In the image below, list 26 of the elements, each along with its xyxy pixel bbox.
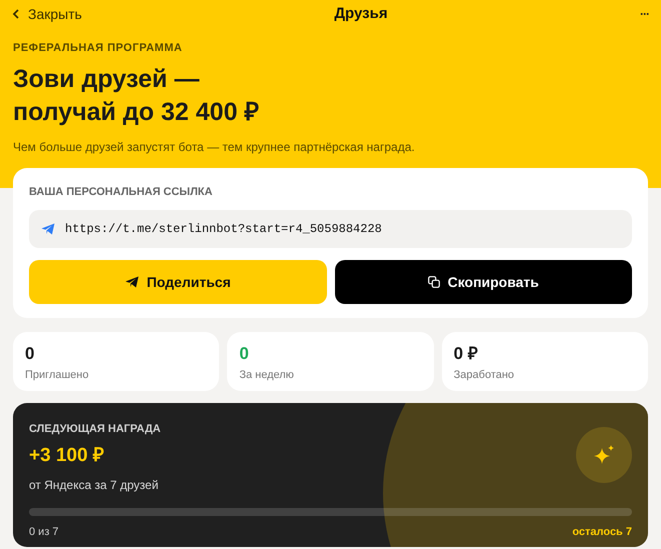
stat-value: 0 ₽ (454, 344, 479, 364)
reward-eyebrow: СЛЕДУЮЩАЯ НАГРАДА (29, 422, 161, 437)
stat-label: Заработано (454, 368, 516, 383)
progress-remaining: осталось 7 (572, 525, 632, 540)
hero-subtitle: Чем больше друзей запустят бота — тем крупнее партнёрская награда. (13, 138, 416, 156)
back-icon (12, 9, 20, 19)
copy-icon (428, 276, 440, 288)
reward-note: от Яндекса за 7 друзей (29, 477, 158, 494)
stat-value: 0 (25, 344, 36, 364)
hero-title: Зови друзей — получай до 32 400 ₽ (13, 64, 260, 128)
paper-plane-icon (41, 223, 55, 235)
progress-count: 0 из 7 (29, 525, 59, 540)
stat-value: 0 (239, 344, 250, 364)
sparkle-icon (592, 444, 616, 466)
paper-plane-icon (124, 276, 139, 288)
copy-button[interactable]: Скопировать (334, 260, 632, 304)
share-button[interactable]: Поделиться (29, 260, 326, 304)
reward-amount: +3 100 ₽ (29, 444, 104, 468)
stat-label: Приглашено (25, 368, 90, 383)
window-title: Друзья (334, 4, 388, 24)
link-label: ВАША ПЕРСОНАЛЬНАЯ ССЫЛКА (29, 184, 214, 200)
more-button[interactable]: ··· (640, 5, 649, 23)
close-button[interactable]: Закрыть (12, 4, 82, 24)
link-text: https://t.me/sterlinnbot?start=r4_5059884228 (65, 221, 382, 238)
stat-label: За неделю (239, 368, 295, 383)
section-eyebrow: РЕФЕРАЛЬНАЯ ПРОГРАММА (13, 41, 184, 56)
